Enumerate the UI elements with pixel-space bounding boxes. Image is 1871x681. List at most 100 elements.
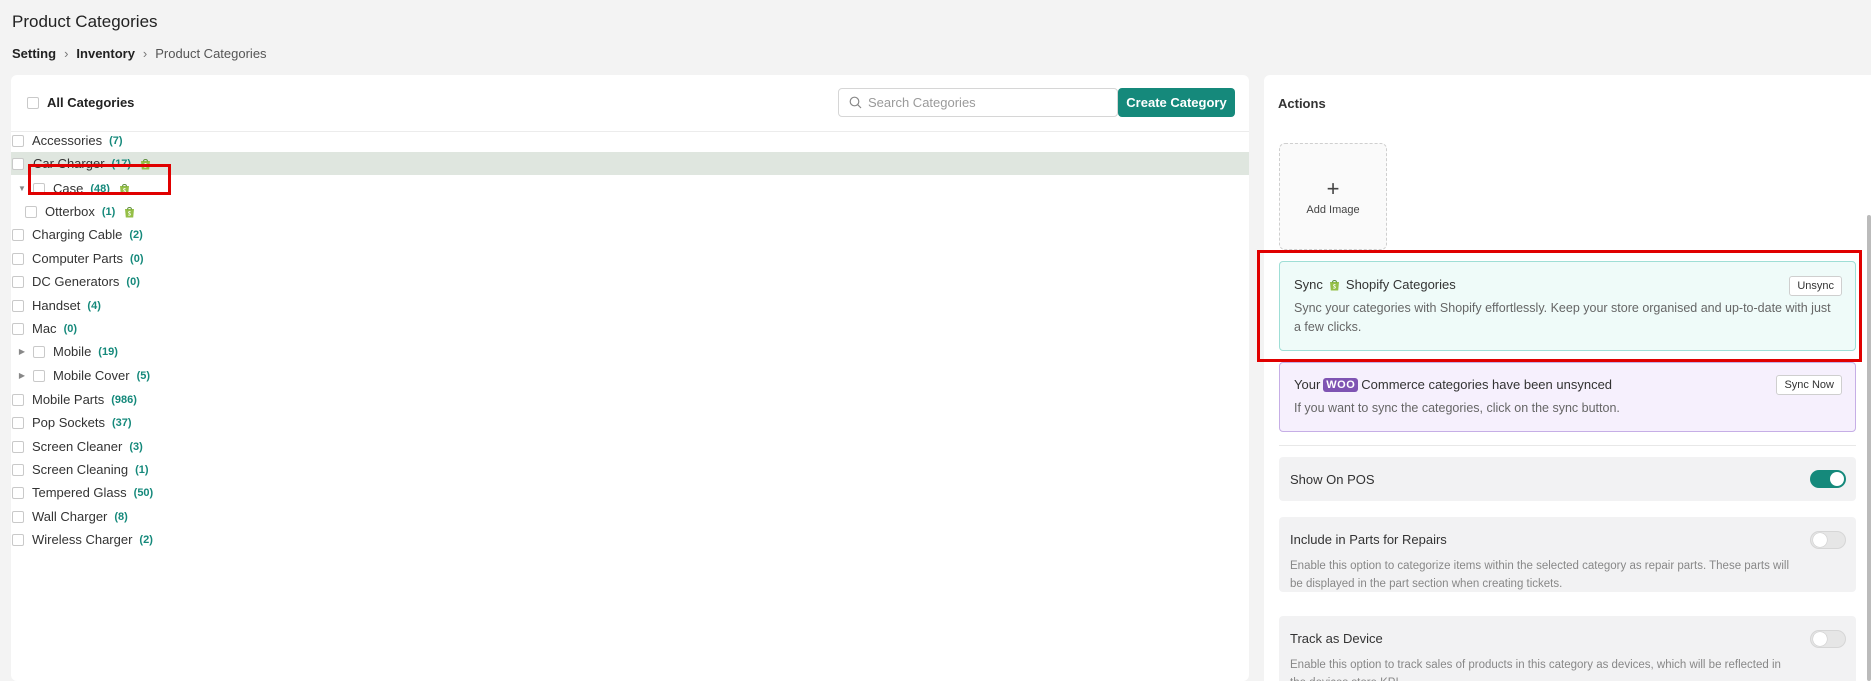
category-checkbox[interactable] [12,416,24,429]
breadcrumb-inventory[interactable]: Inventory [76,46,135,61]
category-row[interactable]: Handset (4) [11,294,101,317]
category-checkbox[interactable] [12,275,24,288]
caret-right-icon[interactable]: ▶ [17,347,27,356]
woo-sync-title: Your WOO Commerce categories have been u… [1294,377,1612,392]
category-name: Screen Cleaner [32,439,123,454]
category-checkbox[interactable] [12,440,24,453]
category-row[interactable]: Computer Parts (0) [11,247,144,270]
show-on-pos-title: Show On POS [1290,472,1375,487]
highlight-box-shopify-sync [1257,250,1862,362]
toggle-knob [1813,533,1827,547]
include-in-parts-setting: Include in Parts for Repairs Enable this… [1279,517,1856,592]
category-count: (5) [136,369,151,382]
track-as-device-toggle[interactable] [1810,630,1846,648]
category-name: DC Generators [32,274,120,289]
category-checkbox[interactable] [33,345,45,358]
category-checkbox[interactable] [12,228,24,241]
category-row[interactable]: Wireless Charger (2) [11,528,153,551]
woo-sync-title-prefix: Your [1294,377,1321,392]
category-row[interactable]: Car Charger (17) [11,152,1249,175]
woo-sync-description: If you want to sync the categories, clic… [1294,401,1620,415]
category-checkbox[interactable] [12,322,24,335]
category-row[interactable]: Wall Charger (8) [11,505,128,528]
category-name: Mobile Cover [53,368,130,383]
category-count: (1) [135,463,149,476]
category-count: (0) [130,252,144,265]
category-row[interactable]: Screen Cleaning (1) [11,458,149,481]
category-name: Pop Sockets [32,415,105,430]
include-in-parts-title: Include in Parts for Repairs [1290,532,1447,547]
breadcrumb-current: Product Categories [155,46,267,61]
categories-panel: All Categories Create Category Accessori… [11,75,1249,681]
add-image-label: Add Image [1306,203,1360,216]
search-input[interactable] [868,95,1108,110]
category-count: (1) [101,205,116,218]
category-name: Tempered Glass [32,485,127,500]
category-checkbox[interactable] [12,486,24,499]
category-checkbox[interactable] [12,393,24,406]
category-row[interactable]: Tempered Glass (50) [11,481,153,504]
actions-title: Actions [1278,96,1326,111]
track-as-device-description: Enable this option to track sales of pro… [1290,659,1781,681]
category-row[interactable]: Screen Cleaner (3) [11,435,143,458]
show-on-pos-setting: Show On POS [1279,457,1856,501]
divider [1279,445,1856,446]
category-row[interactable]: DC Generators (0) [11,270,140,293]
category-checkbox[interactable] [33,369,45,382]
category-count: (0) [63,322,78,335]
category-checkbox[interactable] [12,533,24,546]
category-count: (2) [129,228,143,241]
caret-right-icon[interactable]: ▶ [17,371,27,380]
highlight-box-car-charger [28,164,171,195]
category-name: Mobile Parts [32,392,105,407]
all-categories-label: All Categories [47,95,135,110]
category-count: (7) [109,134,123,147]
category-checkbox[interactable] [12,252,24,265]
actions-panel: Actions + Add Image Sync Shopify Categor… [1264,75,1871,681]
category-count: (4) [87,299,101,312]
sync-now-button[interactable]: Sync Now [1776,375,1842,395]
category-checkbox[interactable] [12,510,24,523]
toggle-knob [1830,472,1844,486]
category-name: Mobile [53,344,92,359]
plus-icon: + [1326,175,1340,201]
category-checkbox[interactable] [12,299,24,312]
search-box[interactable] [838,88,1118,117]
category-count: (3) [129,440,143,453]
chevron-right-icon: › [64,46,69,61]
toggle-knob [1813,632,1827,646]
category-checkbox[interactable] [12,134,24,147]
categories-header: All Categories Create Category [11,75,1249,132]
create-category-button[interactable]: Create Category [1118,88,1235,117]
shopify-bag-icon [125,206,135,217]
search-icon [849,96,862,109]
all-categories-toggle[interactable]: All Categories [27,95,134,110]
category-name: Handset [32,298,81,313]
category-row[interactable]: Pop Sockets (37) [11,411,132,434]
category-row[interactable]: Mobile Parts (986) [11,388,137,411]
include-in-parts-toggle[interactable] [1810,531,1846,549]
woocommerce-logo-icon: WOO [1323,377,1359,392]
category-name: Wall Charger [32,509,108,524]
scrollbar[interactable] [1867,215,1871,681]
page-title: Product Categories [12,12,158,31]
category-name: Mac [32,321,57,336]
category-row[interactable]: Accessories (7) [11,129,123,152]
category-row[interactable]: Otterbox (1) [11,200,135,223]
category-checkbox[interactable] [12,157,24,170]
category-row[interactable]: ▶ Mobile Cover (5) [11,364,150,387]
category-count: (0) [126,275,140,288]
caret-down-icon[interactable]: ▼ [17,184,27,193]
category-checkbox[interactable] [12,463,24,476]
category-row[interactable]: Charging Cable (2) [11,223,143,246]
woo-sync-title-suffix: Commerce categories have been unsynced [1361,377,1613,392]
category-name: Wireless Charger [32,532,133,547]
category-row[interactable]: ▶ Mobile (19) [11,340,118,363]
show-on-pos-toggle[interactable] [1810,470,1846,488]
category-count: (19) [98,345,118,358]
category-row[interactable]: Mac (0) [11,317,77,340]
all-categories-checkbox[interactable] [27,96,39,109]
breadcrumb-setting[interactable]: Setting [12,46,56,61]
add-image-button[interactable]: + Add Image [1279,143,1387,250]
category-checkbox[interactable] [25,205,37,218]
